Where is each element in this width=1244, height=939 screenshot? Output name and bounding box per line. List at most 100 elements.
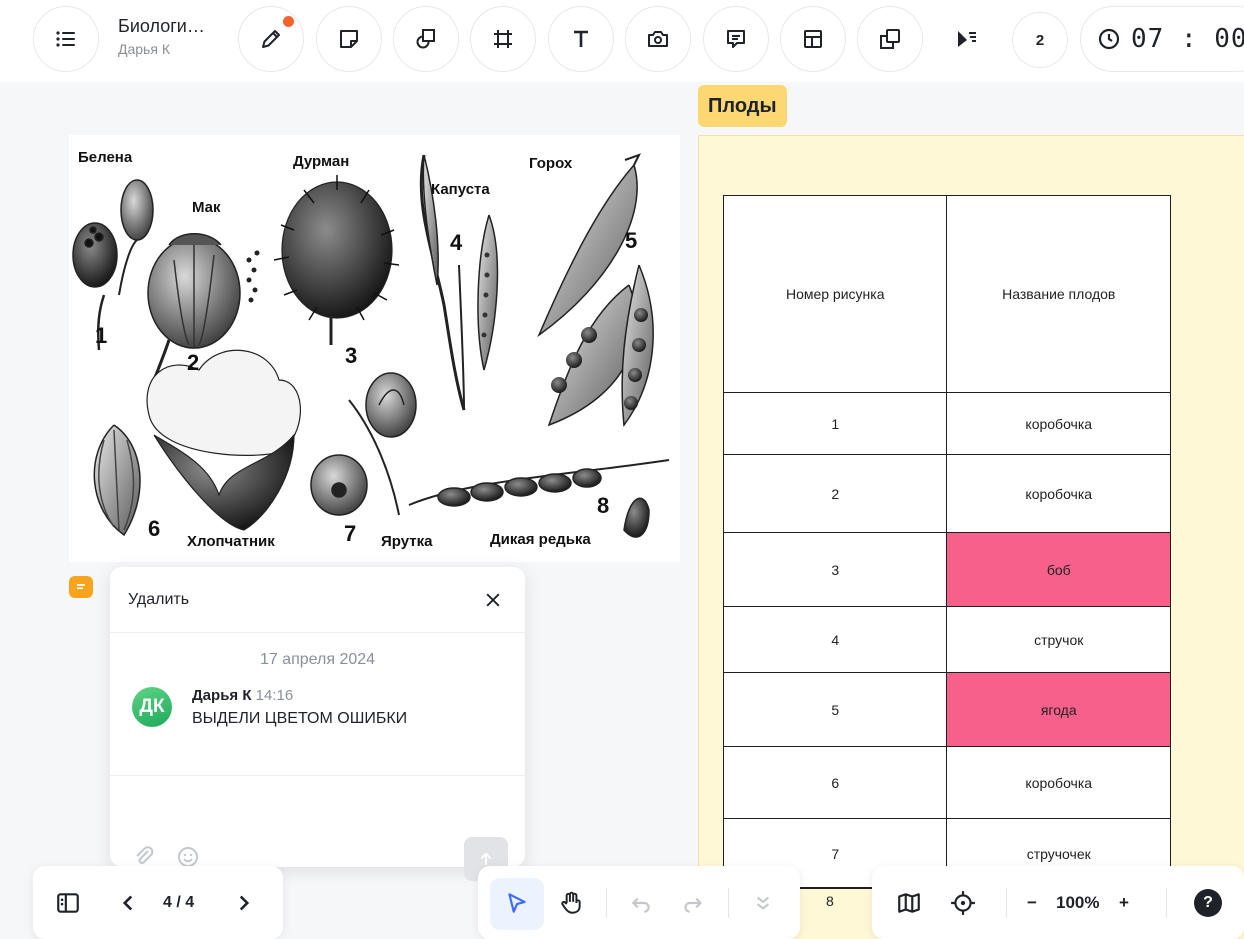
camera-icon bbox=[648, 31, 668, 47]
cell-fruit-name[interactable]: коробочка bbox=[946, 746, 1171, 819]
chevron-right-icon bbox=[239, 895, 250, 911]
undo-button[interactable] bbox=[628, 888, 654, 918]
cell-figure-number[interactable]: 4 bbox=[722, 606, 948, 673]
fruits-illustration[interactable]: Белена Мак Дурман Капуста Горох Хлопчатн… bbox=[69, 135, 680, 562]
comment-divider bbox=[110, 775, 525, 776]
label-belena: Белена bbox=[78, 149, 133, 166]
redo-button[interactable] bbox=[680, 888, 706, 918]
separator bbox=[606, 888, 607, 918]
table-row-8-number[interactable]: 8 bbox=[826, 893, 834, 909]
hand-tool-button[interactable] bbox=[558, 888, 584, 918]
header-figure-number[interactable]: Номер рисунка bbox=[722, 195, 948, 393]
table-row: 4 стручок bbox=[722, 606, 1171, 673]
cotton-fruit bbox=[146, 349, 302, 531]
cell-fruit-name[interactable]: коробочка bbox=[946, 392, 1171, 455]
zoom-out-button[interactable]: − bbox=[1022, 888, 1042, 918]
comment-message: ДК Дарья К 14:16 ВЫДЕЛИ ЦВЕТОМ ОШИБКИ bbox=[132, 687, 407, 728]
cell-figure-number[interactable]: 3 bbox=[722, 532, 948, 607]
table-row: 3 боб bbox=[722, 532, 1171, 607]
collapse-button[interactable] bbox=[750, 888, 776, 918]
undo-icon bbox=[631, 897, 650, 913]
cell-figure-number[interactable]: 5 bbox=[722, 672, 948, 747]
select-tool-button[interactable] bbox=[504, 888, 530, 918]
zoom-level[interactable]: 100% bbox=[1056, 888, 1099, 918]
cell-figure-number[interactable]: 1 bbox=[722, 392, 948, 455]
table-row-8-top-border bbox=[800, 887, 872, 888]
document-title: Биологи… bbox=[118, 16, 205, 36]
figure-number-5: 5 bbox=[625, 228, 638, 253]
wild-radish-fruit bbox=[408, 459, 670, 538]
delete-comment-button[interactable]: Удалить bbox=[128, 591, 189, 609]
map-icon bbox=[898, 893, 920, 913]
menu-icon bbox=[56, 31, 75, 47]
comment-time: 14:16 bbox=[255, 687, 294, 704]
zoom-in-button[interactable]: + bbox=[1114, 888, 1134, 918]
minimap-button[interactable] bbox=[896, 888, 922, 918]
header-fruit-name[interactable]: Название плодов bbox=[946, 195, 1171, 393]
document-author: Дарья К bbox=[118, 41, 170, 57]
timer[interactable]: 07 : 00 bbox=[1080, 6, 1244, 72]
crosshair-icon bbox=[951, 891, 975, 915]
cell-figure-number[interactable]: 6 bbox=[722, 746, 948, 819]
camera-button[interactable] bbox=[625, 6, 691, 72]
tools-bar bbox=[478, 866, 800, 939]
page-indicator: 4 / 4 bbox=[163, 894, 195, 911]
frame-fruits[interactable]: Номер рисунка Название плодов 1 коробочка… bbox=[698, 135, 1244, 939]
table-row: 2 коробочка bbox=[722, 454, 1171, 533]
label-dikaya-redka: Дикая редька bbox=[490, 531, 591, 548]
menu-button[interactable] bbox=[33, 6, 99, 72]
table-row: 1 коробочка bbox=[722, 392, 1171, 455]
text-button[interactable] bbox=[548, 6, 614, 72]
figure-number-4: 4 bbox=[450, 230, 463, 255]
avatar: ДК bbox=[132, 687, 172, 727]
cell-fruit-name[interactable]: стручок bbox=[946, 606, 1171, 673]
separator bbox=[1166, 888, 1167, 918]
label-durman: Дурман bbox=[293, 153, 350, 170]
pen-color-dot bbox=[283, 16, 294, 27]
hand-icon bbox=[561, 891, 581, 914]
document-info[interactable]: Биологи… Дарья К bbox=[118, 16, 230, 57]
fruits-table[interactable]: Номер рисунка Название плодов 1 коробочка… bbox=[722, 195, 1171, 889]
help-button[interactable]: ? bbox=[1194, 888, 1222, 918]
center-view-button[interactable] bbox=[950, 888, 976, 918]
cell-fruit-name[interactable]: ягода bbox=[946, 672, 1171, 747]
participants-count[interactable]: 2 bbox=[1012, 12, 1068, 68]
table-button[interactable] bbox=[780, 6, 846, 72]
help-icon: ? bbox=[1194, 889, 1222, 917]
figure-number-3: 3 bbox=[345, 343, 358, 368]
frame-button[interactable] bbox=[470, 6, 536, 72]
chevron-left-icon bbox=[122, 895, 133, 911]
label-khlopchatnik: Хлопчатник bbox=[187, 533, 275, 550]
shapes-button[interactable] bbox=[393, 6, 459, 72]
prev-page-button[interactable] bbox=[115, 888, 141, 918]
page-panel-button[interactable] bbox=[55, 888, 81, 918]
figure-number-7: 7 bbox=[344, 521, 357, 546]
cell-figure-number[interactable]: 2 bbox=[722, 454, 948, 533]
page-navigation-bar: 4 / 4 bbox=[33, 866, 283, 939]
clock-icon bbox=[1098, 28, 1120, 50]
next-page-button[interactable] bbox=[231, 888, 257, 918]
separator bbox=[1006, 888, 1007, 918]
presentation-button[interactable] bbox=[934, 6, 1000, 72]
close-icon[interactable] bbox=[483, 590, 503, 610]
figure-number-1: 1 bbox=[95, 323, 108, 348]
top-toolbar: Биологи… Дарья К 2 07 : 00 bbox=[0, 0, 1244, 82]
duplicate-button[interactable] bbox=[857, 6, 923, 72]
frame-label[interactable]: Плоды bbox=[698, 85, 787, 127]
figure-number-6: 6 bbox=[148, 516, 161, 541]
sticky-note-icon bbox=[340, 30, 358, 48]
cell-fruit-name[interactable]: коробочка bbox=[946, 454, 1171, 533]
label-kapusta: Капуста bbox=[431, 181, 490, 198]
pen-tool-button[interactable] bbox=[238, 6, 304, 72]
label-gorokh: Горох bbox=[529, 155, 573, 172]
comment-marker[interactable] bbox=[69, 576, 93, 598]
separator bbox=[728, 888, 729, 918]
comment-header: Удалить bbox=[110, 567, 525, 633]
text-icon bbox=[574, 30, 588, 47]
page-panel-icon bbox=[57, 893, 79, 913]
comment-date: 17 апреля 2024 bbox=[259, 651, 376, 668]
cell-fruit-name[interactable]: боб bbox=[946, 532, 1171, 607]
duplicate-icon bbox=[880, 29, 900, 49]
sticky-note-button[interactable] bbox=[316, 6, 382, 72]
comment-button[interactable] bbox=[703, 6, 769, 72]
